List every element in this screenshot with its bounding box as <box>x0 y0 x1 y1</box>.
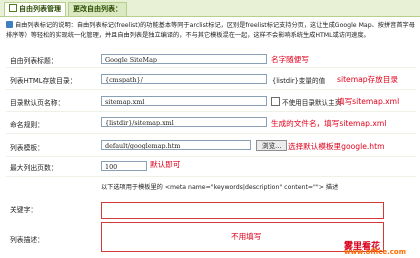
divider <box>6 67 416 68</box>
browse-button[interactable]: 浏览... <box>256 140 288 151</box>
no-fill-hint: 不用填写 <box>231 232 262 241</box>
default-page-input[interactable]: sitemap.xml <box>101 96 267 106</box>
title-hint: 名字随便写 <box>271 55 309 64</box>
naming-input[interactable]: {listdir}/sitemap.xml <box>101 117 267 127</box>
max-pages-input[interactable]: 100 <box>101 161 147 171</box>
watermark-url: www.office.com <box>344 248 407 256</box>
max-pages-label: 最大列出页数： <box>10 164 58 172</box>
dir-suffix: {listdir}变量的值 <box>272 77 326 85</box>
meta-note: 以下选项用于模板里的 <meta name="keywords|descript… <box>101 184 339 191</box>
divider <box>6 176 416 177</box>
info-icon <box>6 21 13 28</box>
tab-bar: 自由列表管理 更改自由列表： <box>0 0 420 17</box>
divider <box>6 133 416 134</box>
notice-text: 自由列表标记的说明：自由列表标记(freelist)的功能基本等同于arclis… <box>6 22 415 39</box>
keywords-label: 关键字： <box>10 206 38 214</box>
checkbox-icon <box>9 4 17 12</box>
title-input[interactable]: Google SiteMap <box>101 54 267 64</box>
no-default-page-checkbox[interactable] <box>271 97 280 106</box>
template-hint: 选择默认模板里google.htm <box>288 142 385 151</box>
default-page-hint: 填写sitemap.xml <box>337 97 400 106</box>
tab-edit-freelist[interactable]: 更改自由列表： <box>68 2 127 16</box>
keywords-textarea[interactable] <box>101 202 384 219</box>
title-label: 自由列表标题： <box>10 57 58 65</box>
naming-label: 命名规则： <box>10 121 44 129</box>
dir-input[interactable]: {cmspath}/ <box>101 74 267 84</box>
template-label: 列表模板： <box>10 144 44 152</box>
divider <box>6 111 416 112</box>
max-pages-hint: 默认即可 <box>150 160 181 169</box>
naming-hint: 生成的文件名，填写sitemap.xml <box>271 119 387 128</box>
no-default-page-label: 不使用目录默认主页 <box>282 99 342 107</box>
divider <box>6 156 416 157</box>
tab-label: 自由列表管理 <box>19 5 61 13</box>
template-input[interactable]: default/googlemap.htm <box>101 140 251 150</box>
freelist-notice: 自由列表标记的说明：自由列表标记(freelist)的功能基本等同于arclis… <box>6 21 418 43</box>
default-page-label: 目录默认页名称： <box>10 99 65 107</box>
dir-label: 列表HTML存放目录： <box>10 77 77 85</box>
dir-hint: sitemap存放目录 <box>337 75 398 84</box>
tab-label: 更改自由列表： <box>73 5 122 13</box>
divider <box>6 89 416 90</box>
description-label: 列表描述： <box>10 236 44 244</box>
tab-freelist-manage[interactable]: 自由列表管理 <box>4 2 66 16</box>
